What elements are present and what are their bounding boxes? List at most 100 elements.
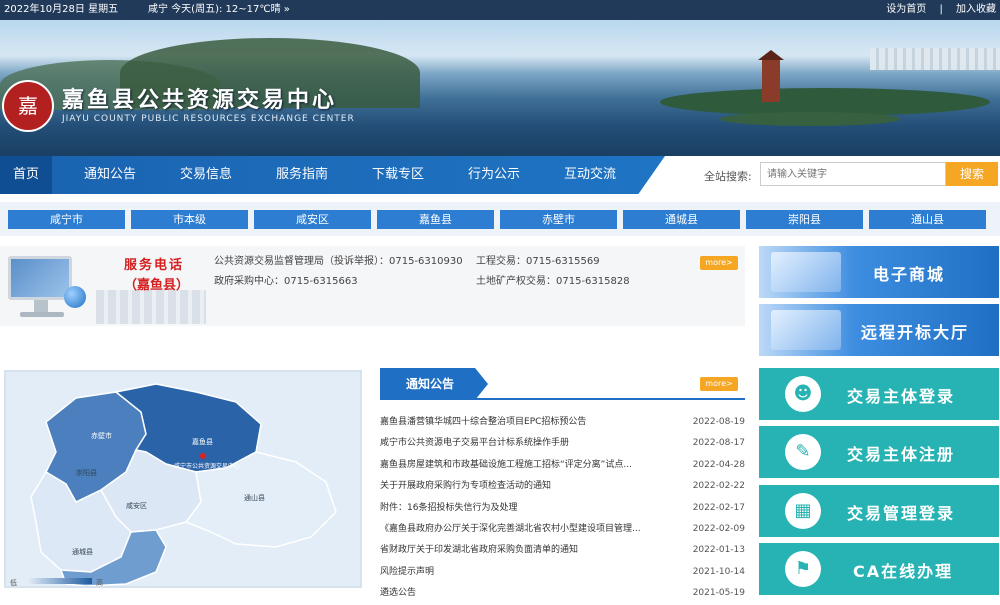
phone-land-mineral: 土地矿产权交易：0715-6315828 [476,276,630,287]
e-mall-card[interactable]: 电子商城 [759,246,999,298]
notice-title[interactable]: 《嘉鱼县政府办公厅关于深化完善湖北省农村小型建设项目管理... [380,519,650,540]
search-input[interactable] [760,162,946,186]
notice-date: 2021-05-19 [692,588,745,599]
notice-date: 2022-02-22 [692,481,745,492]
search-label: 全站搜索: [704,170,752,183]
top-bar: 2022年10月28日 星期五 咸宁 今天(周五): 12~17℃晴 » 设为首… [0,0,1000,20]
nav-service-guide[interactable]: 服务指南 [254,156,350,194]
ca-online-label: CA在线办理 [853,562,954,581]
admin-login-card[interactable]: ▦ 交易管理登录 [759,485,999,537]
notice-title[interactable]: 省财政厅关于印发湖北省政府采购负面清单的通知 [380,540,650,561]
admin-login-label: 交易管理登录 [847,504,956,523]
trader-login-label: 交易主体登录 [847,387,956,406]
map-center-marker [200,453,206,459]
region-map: 赤壁市 嘉鱼县 咸安区 咸宁市公共资源交易中心 通山县 崇阳县 通城县 低 高 [4,370,362,588]
map-legend-high: 高 [96,578,103,586]
search-button[interactable]: 搜索 [946,162,998,186]
notice-date: 2022-02-09 [692,523,745,534]
building-graphic [96,290,206,324]
region-button-chibi[interactable]: 赤壁市 [500,210,617,229]
map-label-xianan: 咸安区 [126,501,147,510]
site-logo[interactable]: 嘉 [2,80,54,132]
region-button-chongyang[interactable]: 崇阳县 [746,210,863,229]
list-item[interactable]: 嘉鱼县房屋建筑和市政基础设施工程施工招标“评定分离”试点... 2022-04-2… [380,455,745,476]
notice-date: 2022-08-19 [692,417,745,427]
remote-bid-hall-card[interactable]: 远程开标大厅 [759,304,999,356]
notice-date: 2022-04-28 [692,459,745,470]
region-button-tongcheng[interactable]: 通城县 [623,210,740,229]
site-title: 嘉鱼县公共资源交易中心 [62,87,338,113]
notice-date: 2021-10-14 [692,566,745,577]
header-banner: 嘉 嘉鱼县公共资源交易中心 JIAYU COUNTY PUBLIC RESOUR… [0,20,1000,156]
list-item[interactable]: 附件：16条招投标失信行为及处理 2022-02-17 [380,498,745,519]
region-button-jiayu[interactable]: 嘉鱼县 [377,210,494,229]
shopping-mall-icon [771,252,841,292]
trader-register-card[interactable]: ✎ 交易主体注册 [759,426,999,478]
service-more-button[interactable]: more> [700,256,738,270]
service-phone-county: （嘉鱼县） [124,278,190,293]
pagoda-tower [758,50,784,102]
edit-icon: ✎ [785,434,821,470]
map-legend-low: 低 [10,578,17,586]
ca-online-card[interactable]: ⚑ CA在线办理 [759,543,999,595]
list-item[interactable]: 遴选公告 2021-05-19 [380,583,745,604]
map-label-tongcheng: 通城县 [72,547,93,556]
e-mall-label: 电子商城 [873,265,946,284]
notice-date: 2022-01-13 [692,545,745,556]
notices-header: 通知公告 more> [380,368,745,400]
site-subtitle: JIAYU COUNTY PUBLIC RESOURCES EXCHANGE C… [62,114,355,124]
add-bookmark-link[interactable]: 加入收藏 [956,4,996,15]
top-links: 设为首页 | 加入收藏 [876,0,996,20]
notice-list: 嘉鱼县潘营镇华城四十综合整治项目EPC招标预公告 2022-08-19 咸宁市公共… [380,412,745,605]
notice-title[interactable]: 嘉鱼县潘营镇华城四十综合整治项目EPC招标预公告 [380,412,650,433]
region-button-xianan[interactable]: 咸安区 [254,210,371,229]
notices-tab[interactable]: 通知公告 [380,368,488,400]
phone-engineering: 工程交易：0715-6315569 [476,256,600,267]
trader-login-card[interactable]: ☻ 交易主体登录 [759,368,999,420]
notice-title[interactable]: 遴选公告 [380,583,650,604]
notices-more-button[interactable]: more> [700,377,738,391]
nav-trade-info[interactable]: 交易信息 [158,156,254,194]
user-icon: ☻ [785,376,821,412]
service-phone-panel: 服务电话 （嘉鱼县） 公共资源交易监督管理局（投诉举报）：0715-631093… [0,246,745,326]
notice-title[interactable]: 嘉鱼县房屋建筑和市政基础设施工程施工招标“评定分离”试点... [380,455,650,476]
list-item[interactable]: 咸宁市公共资源电子交易平台计标系统操作手册 2022-08-17 [380,433,745,454]
notice-title[interactable]: 关于开展政府采购行为专项检查活动的通知 [380,476,650,497]
list-item[interactable]: 《嘉鱼县政府办公厅关于深化完善湖北省农村小型建设项目管理... 2022-02-0… [380,519,745,540]
region-button-xianning[interactable]: 咸宁市 [8,210,125,229]
region-button-city-level[interactable]: 市本级 [131,210,248,229]
list-item[interactable]: 省财政厅关于印发湖北省政府采购负面清单的通知 2022-01-13 [380,540,745,561]
set-homepage-link[interactable]: 设为首页 [886,4,926,15]
map-legend-gradient [26,578,92,584]
phone-supervision: 公共资源交易监督管理局（投诉举报）：0715-6310930 [214,256,463,267]
map-label-center: 咸宁市公共资源交易中心 [174,462,240,470]
map-label-tongshan: 通山县 [244,493,265,502]
top-link-divider: | [939,4,943,15]
notice-title[interactable]: 风险提示声明 [380,562,650,583]
stamp-icon: ⚑ [785,551,821,587]
notice-title[interactable]: 咸宁市公共资源电子交易平台计标系统操作手册 [380,433,650,454]
notice-date: 2022-02-17 [692,502,745,513]
map-label-chongyang: 崇阳县 [76,468,97,477]
nav-downloads[interactable]: 下载专区 [350,156,446,194]
list-item[interactable]: 风险提示声明 2021-10-14 [380,562,745,583]
nav-notices[interactable]: 通知公告 [62,156,158,194]
grid-icon: ▦ [785,493,821,529]
phone-procurement: 政府采购中心：0715-6315663 [214,276,358,287]
notice-title[interactable]: 附件：16条招投标失信行为及处理 [380,498,650,519]
nav-home[interactable]: 首页 [0,156,52,194]
remote-bid-hall-label: 远程开标大厅 [861,323,970,342]
nav-conduct-disclosure[interactable]: 行为公示 [446,156,542,194]
remote-bid-icon [771,310,841,350]
nav-interaction[interactable]: 互动交流 [542,156,638,194]
banner-island-shore [720,112,900,126]
region-button-tongshan[interactable]: 通山县 [869,210,986,229]
list-item[interactable]: 关于开展政府采购行为专项检查活动的通知 2022-02-22 [380,476,745,497]
weather-info[interactable]: 咸宁 今天(周五): 12~17℃晴 » [148,0,290,20]
computer-icon [8,254,88,318]
trader-register-label: 交易主体注册 [847,445,956,464]
banner-city-skyline [870,48,1000,70]
map-label-chibi: 赤壁市 [91,431,112,440]
notice-date: 2022-08-17 [692,438,745,449]
list-item[interactable]: 嘉鱼县潘营镇华城四十综合整治项目EPC招标预公告 2022-08-19 [380,412,745,433]
